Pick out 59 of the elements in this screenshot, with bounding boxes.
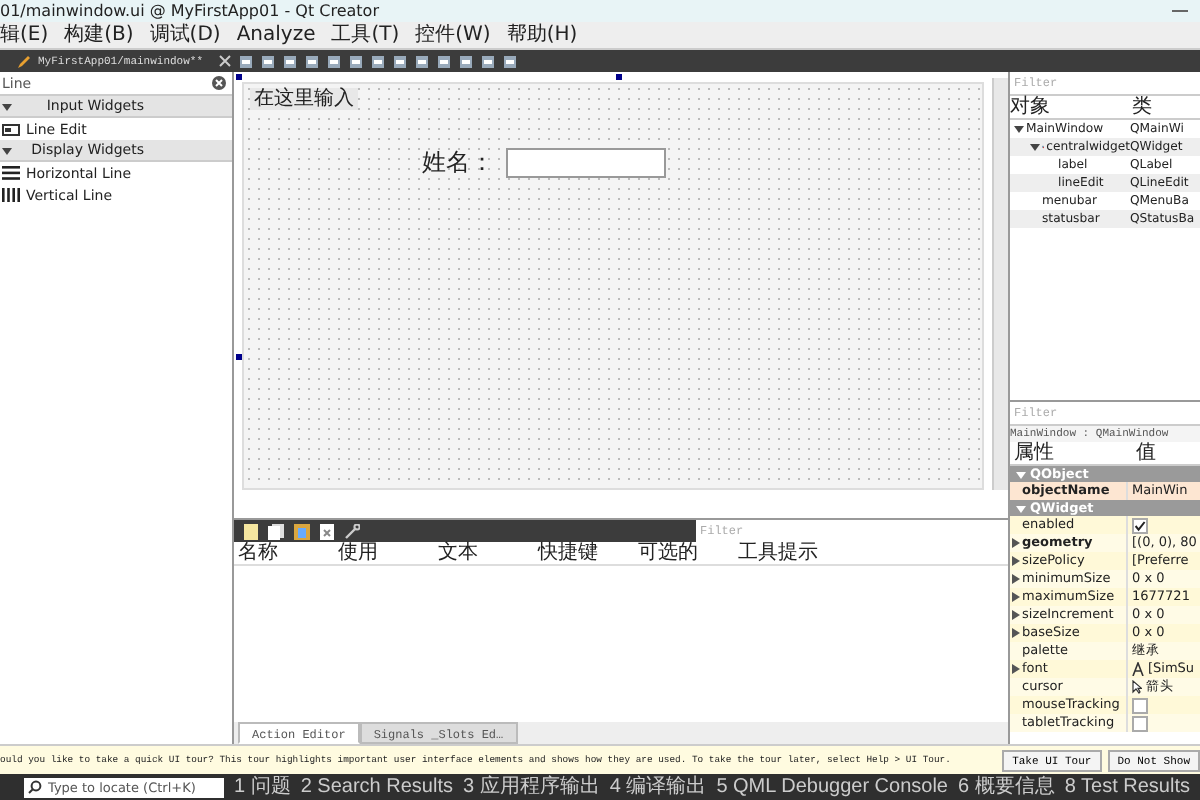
cursor-icon — [1132, 680, 1142, 694]
column-header[interactable]: 快捷键 — [534, 542, 634, 564]
column-header[interactable]: 使用 — [334, 542, 434, 564]
menu-item[interactable]: Analyze — [236, 23, 316, 47]
resize-handle[interactable] — [616, 74, 622, 80]
column-header[interactable]: 对象 — [1010, 96, 1130, 118]
output-pane-button[interactable]: 8 Test Results — [1064, 775, 1190, 799]
new-action-icon[interactable] — [244, 523, 258, 539]
scrollbar[interactable] — [992, 78, 1008, 490]
expand-arrow-icon[interactable] — [1012, 628, 1020, 638]
expand-arrow-icon[interactable] — [1012, 538, 1020, 548]
clear-icon[interactable] — [212, 76, 226, 90]
menu-placeholder[interactable]: 在这里输入 — [250, 88, 358, 110]
expand-arrow-icon[interactable] — [2, 101, 12, 111]
search-icon — [28, 780, 42, 794]
line-edit[interactable] — [506, 148, 666, 178]
column-header[interactable]: 可选的 — [634, 542, 734, 564]
expand-arrow-icon[interactable] — [1030, 142, 1040, 152]
checkbox[interactable] — [1132, 517, 1148, 533]
delete-icon[interactable] — [320, 523, 334, 539]
expand-arrow-icon[interactable] — [1012, 610, 1020, 620]
menu-item[interactable]: 辑(E) — [0, 23, 49, 47]
expand-arrow-icon[interactable] — [1012, 664, 1020, 674]
resize-handle[interactable] — [236, 74, 242, 80]
column-header[interactable]: 名称 — [234, 542, 334, 564]
paste-icon[interactable] — [294, 523, 310, 539]
expand-arrow-icon[interactable] — [1012, 556, 1020, 566]
output-pane-button[interactable]: 6 概要信息 — [958, 775, 1055, 799]
close-icon[interactable] — [217, 54, 232, 68]
output-pane-button[interactable]: 3 应用程序输出 — [463, 775, 600, 799]
column-header[interactable]: 属性 — [1010, 442, 1134, 464]
menu-item[interactable]: 构建(B) — [64, 23, 134, 47]
vertical-lines-icon — [2, 188, 20, 202]
output-pane-button[interactable]: 1 问题 — [234, 775, 291, 799]
menu-item[interactable]: 控件(W) — [415, 23, 491, 47]
column-header[interactable]: 类 — [1130, 96, 1200, 118]
menu-item[interactable]: 帮助(H) — [506, 23, 578, 47]
window-title: 01/mainwindow.ui @ MyFirstApp01 - Qt Creator — [0, 2, 379, 20]
output-pane-button[interactable]: 2 Search Results — [300, 775, 453, 799]
name-label: 姓名： — [422, 146, 494, 180]
column-header[interactable]: 值 — [1134, 442, 1200, 464]
minimize-icon[interactable] — [1172, 9, 1188, 13]
output-pane-button[interactable]: 4 编译输出 — [609, 775, 707, 799]
wrench-icon[interactable] — [344, 523, 360, 539]
copy-icon[interactable] — [268, 523, 284, 539]
menu-item[interactable]: 工具(T) — [331, 23, 400, 47]
output-pane-button[interactable]: 5 QML Debugger Console — [716, 775, 948, 799]
expand-arrow-icon[interactable] — [1014, 124, 1024, 134]
horizontal-lines-icon — [2, 166, 20, 180]
resize-handle[interactable] — [236, 354, 242, 360]
column-header[interactable]: 文本 — [434, 542, 534, 564]
checkbox[interactable] — [1132, 697, 1148, 713]
menu-item[interactable]: 调试(D) — [149, 23, 221, 47]
expand-arrow-icon[interactable] — [2, 145, 12, 155]
column-header[interactable]: 工具提示 — [734, 542, 834, 564]
font-icon — [1132, 662, 1144, 676]
expand-arrow-icon[interactable] — [1012, 574, 1020, 584]
checkbox[interactable] — [1132, 715, 1148, 731]
expand-arrow-icon[interactable] — [1012, 592, 1020, 602]
